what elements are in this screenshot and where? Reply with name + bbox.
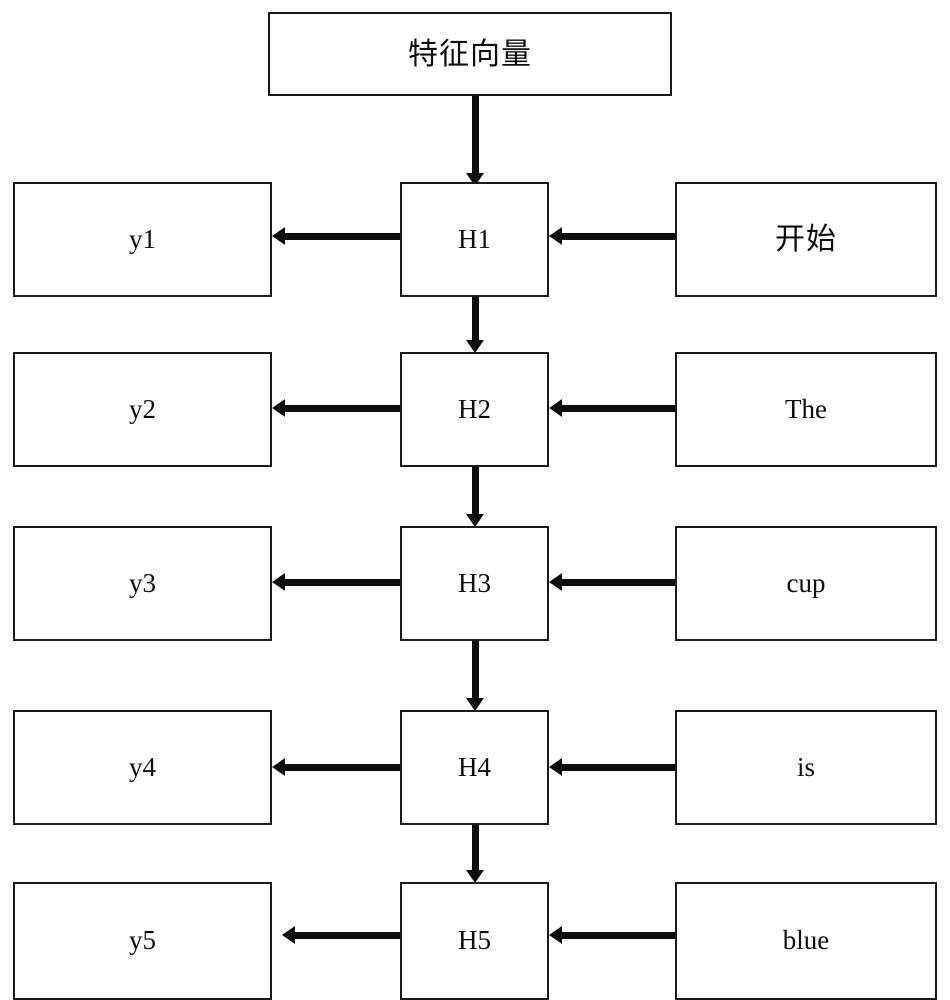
hidden-state-label-h5: H5: [458, 925, 491, 956]
arrow-shaft: [471, 641, 479, 703]
arrow-shaft: [280, 763, 402, 771]
hidden-state-box-h1: H1: [400, 182, 549, 297]
arrow-the-to-h2: [549, 398, 677, 418]
input-box-start: 开始: [675, 182, 937, 297]
arrow-shaft: [280, 232, 402, 240]
arrow-h3-to-y3: [272, 572, 402, 592]
arrowhead-left-icon: [282, 926, 295, 944]
hidden-state-label-h3: H3: [458, 567, 491, 598]
output-box-y2: y2: [13, 352, 272, 467]
feature-vector-box: 特征向量: [268, 12, 672, 96]
hidden-state-box-h4: H4: [400, 710, 549, 825]
arrow-h3-to-h4: [466, 641, 484, 711]
output-box-y3: y3: [13, 526, 272, 641]
arrowhead-left-icon: [272, 573, 285, 591]
arrowhead-left-icon: [549, 758, 562, 776]
arrow-h1-to-h2: [466, 297, 484, 353]
input-box-the: The: [675, 352, 937, 467]
input-label-is: is: [796, 751, 815, 782]
arrow-h5-to-y5: [282, 925, 402, 945]
arrow-shaft: [471, 825, 479, 875]
output-label-y2: y2: [129, 393, 156, 424]
hidden-state-label-h2: H2: [458, 393, 491, 424]
arrow-shaft: [557, 931, 677, 939]
arrow-h2-to-y2: [272, 398, 402, 418]
arrowhead-left-icon: [549, 227, 562, 245]
arrow-shaft: [290, 931, 402, 939]
arrow-shaft: [471, 467, 479, 519]
input-label-the: The: [785, 393, 827, 424]
output-label-y1: y1: [129, 223, 156, 254]
arrow-feature-to-h1: [466, 96, 484, 186]
arrow-h4-to-y4: [272, 757, 402, 777]
arrow-shaft: [471, 297, 479, 345]
arrow-shaft: [280, 578, 402, 586]
input-box-is: is: [675, 710, 937, 825]
arrowhead-left-icon: [549, 573, 562, 591]
output-box-y5: y5: [13, 882, 272, 1000]
arrow-shaft: [557, 763, 677, 771]
diagram-canvas: 特征向量 y1 H1 开始 y2 H2 The y3 H3 cup y4 H4 …: [0, 0, 950, 1000]
arrow-start-to-h1: [549, 226, 677, 246]
arrow-shaft: [557, 232, 677, 240]
arrow-shaft: [557, 578, 677, 586]
arrow-shaft: [471, 96, 479, 178]
arrow-cup-to-h3: [549, 572, 677, 592]
input-label-start: 开始: [775, 222, 837, 257]
feature-vector-label: 特征向量: [408, 36, 532, 72]
hidden-state-box-h3: H3: [400, 526, 549, 641]
input-label-blue: blue: [782, 925, 830, 956]
arrow-h2-to-h3: [466, 467, 484, 527]
arrow-shaft: [557, 404, 677, 412]
arrowhead-left-icon: [272, 399, 285, 417]
arrowhead-left-icon: [549, 926, 562, 944]
output-box-y4: y4: [13, 710, 272, 825]
hidden-state-label-h4: H4: [458, 751, 491, 782]
input-box-blue: blue: [675, 882, 937, 1000]
output-box-y1: y1: [13, 182, 272, 297]
arrow-shaft: [280, 404, 402, 412]
hidden-state-box-h5: H5: [400, 882, 549, 1000]
arrow-is-to-h4: [549, 757, 677, 777]
input-label-cup: cup: [786, 567, 826, 598]
input-box-cup: cup: [675, 526, 937, 641]
arrow-h4-to-h5: [466, 825, 484, 883]
arrowhead-left-icon: [272, 758, 285, 776]
output-label-y4: y4: [129, 751, 156, 782]
output-label-y5: y5: [129, 925, 156, 956]
arrow-h1-to-y1: [272, 226, 402, 246]
arrow-blue-to-h5: [549, 925, 677, 945]
arrowhead-left-icon: [272, 227, 285, 245]
hidden-state-label-h1: H1: [458, 223, 491, 254]
hidden-state-box-h2: H2: [400, 352, 549, 467]
output-label-y3: y3: [129, 567, 156, 598]
arrowhead-left-icon: [549, 399, 562, 417]
